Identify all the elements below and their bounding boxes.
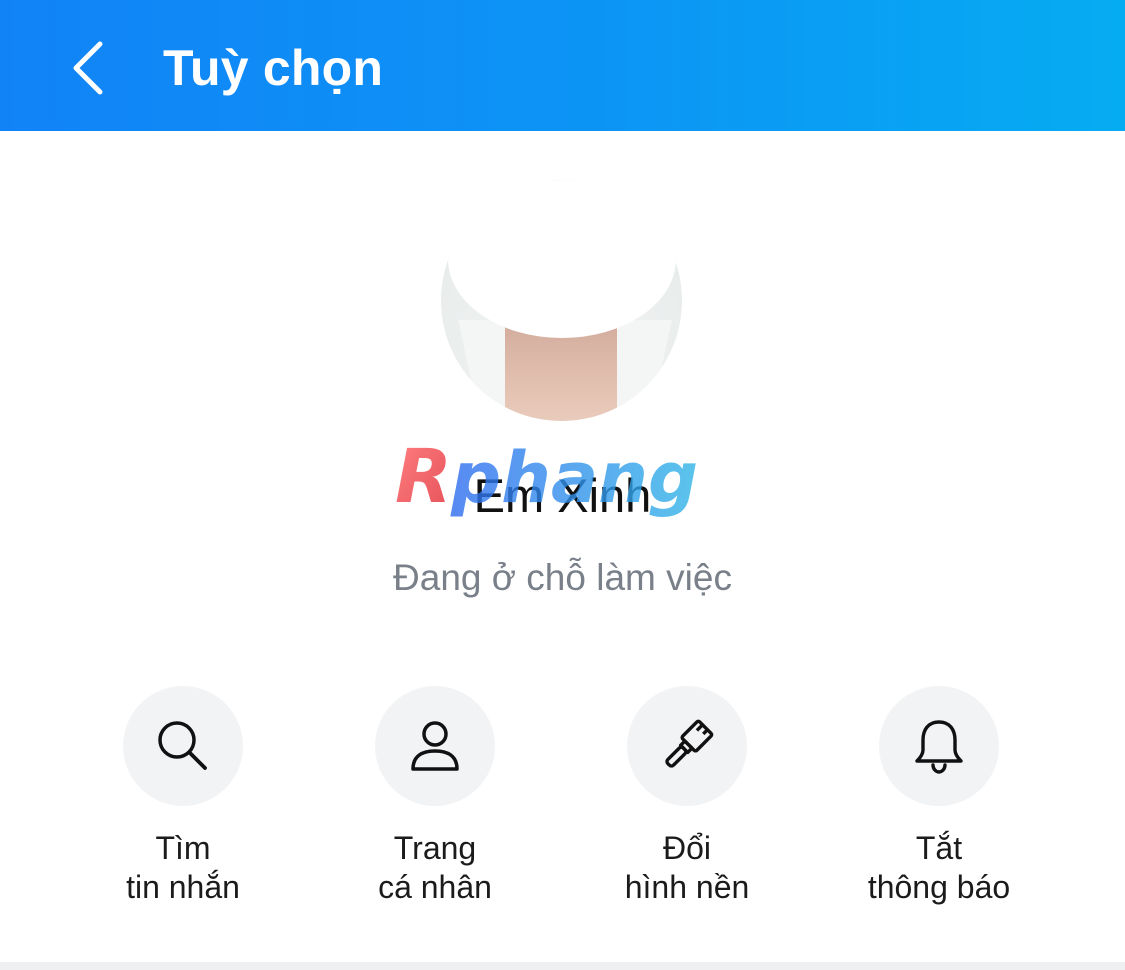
page-title: Tuỳ chọn (163, 40, 384, 96)
bell-icon-circle (879, 686, 999, 806)
search-messages-button[interactable]: Tìm tin nhắn (63, 686, 303, 916)
paintbrush-icon (665, 719, 714, 768)
mute-notifications-button[interactable]: Tắt thông báo (819, 686, 1059, 916)
user-icon-circle (375, 686, 495, 806)
avatar[interactable] (441, 180, 682, 421)
profile-status: Đang ở chỗ làm việc (393, 557, 732, 598)
section-divider (0, 962, 1125, 970)
profile-name: Em Xinh (473, 469, 652, 522)
avatar-face-mask (448, 180, 676, 338)
paintbrush-icon-circle (627, 686, 747, 806)
user-icon (411, 721, 459, 771)
mute-notifications-label: Tắt thông báo (867, 830, 1011, 905)
search-messages-label: Tìm tin nhắn (126, 830, 240, 905)
change-wallpaper-button[interactable]: Đổi hình nền (567, 686, 807, 916)
bell-icon (915, 720, 963, 774)
back-button[interactable] (58, 36, 118, 100)
profile-page-label: Trang cá nhân (378, 830, 492, 905)
search-icon (158, 721, 207, 770)
quick-actions: Tìm tin nhắn Trang cá nhân Đổi hình nền … (0, 686, 1125, 916)
search-icon-circle (123, 686, 243, 806)
chevron-left-icon (73, 41, 103, 95)
change-wallpaper-label: Đổi hình nền (624, 830, 750, 905)
top-app-bar: Tuỳ chọn (0, 0, 1125, 131)
profile-page-button[interactable]: Trang cá nhân (315, 686, 555, 916)
